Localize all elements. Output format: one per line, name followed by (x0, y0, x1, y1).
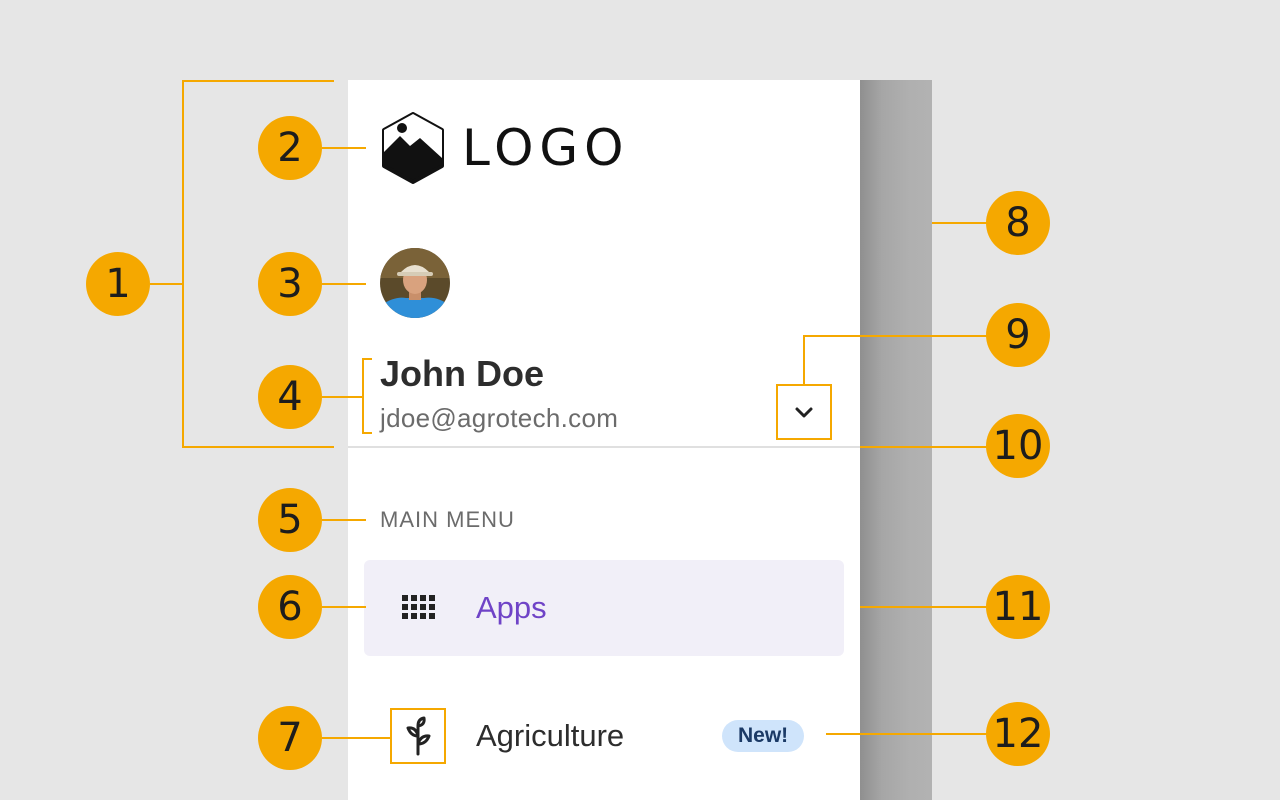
navigation-drawer: LOGO John Doe jdoe@agrotech.com MAIN MEN… (348, 80, 860, 800)
user-email: jdoe@agrotech.com (380, 403, 619, 433)
leader-line (860, 446, 988, 448)
scrim-overlay[interactable] (860, 80, 932, 800)
leader-line (826, 733, 988, 735)
callout-marker: 3 (258, 252, 322, 316)
new-badge: New! (722, 720, 805, 752)
section-header: MAIN MENU (380, 507, 515, 532)
bracket-line (182, 80, 334, 82)
leader-line (803, 335, 988, 337)
nav-item-apps[interactable]: Apps (364, 560, 844, 656)
leader-line (322, 606, 366, 608)
leader-line (860, 606, 988, 608)
nav-item-agriculture[interactable]: Agriculture New! (364, 688, 844, 784)
user-avatar[interactable] (380, 248, 450, 318)
callout-marker: 4 (258, 365, 322, 429)
leader-line (932, 222, 988, 224)
account-dropdown-button[interactable] (776, 384, 832, 440)
callout-marker: 9 (986, 303, 1050, 367)
callout-marker: 8 (986, 191, 1050, 255)
bracket-line (362, 432, 372, 434)
callout-marker: 10 (986, 414, 1050, 478)
bracket-line (182, 80, 184, 448)
chevron-down-icon (795, 407, 813, 418)
bracket-line (182, 446, 334, 448)
leader-line (322, 519, 366, 521)
logo: LOGO (380, 112, 630, 184)
bracket-line (362, 358, 372, 360)
leader-line (322, 737, 390, 739)
callout-marker: 11 (986, 575, 1050, 639)
leader-line (322, 396, 362, 398)
header-divider (348, 446, 860, 448)
nav-item-label: Apps (476, 590, 547, 625)
leader-line (322, 283, 366, 285)
callout-marker: 12 (986, 702, 1050, 766)
callout-marker: 7 (258, 706, 322, 770)
leader-line (150, 283, 182, 285)
sprout-icon (390, 708, 446, 764)
logo-mark-icon (382, 112, 444, 184)
callout-marker: 5 (258, 488, 322, 552)
callout-marker: 2 (258, 116, 322, 180)
bracket-line (362, 358, 364, 434)
callout-marker: 6 (258, 575, 322, 639)
logo-text: LOGO (462, 119, 630, 177)
apps-grid-icon (400, 588, 440, 628)
leader-line (322, 147, 366, 149)
leader-line (803, 335, 805, 385)
nav-item-label: Agriculture (476, 718, 625, 753)
user-name: John Doe (380, 353, 545, 394)
callout-marker: 1 (86, 252, 150, 316)
